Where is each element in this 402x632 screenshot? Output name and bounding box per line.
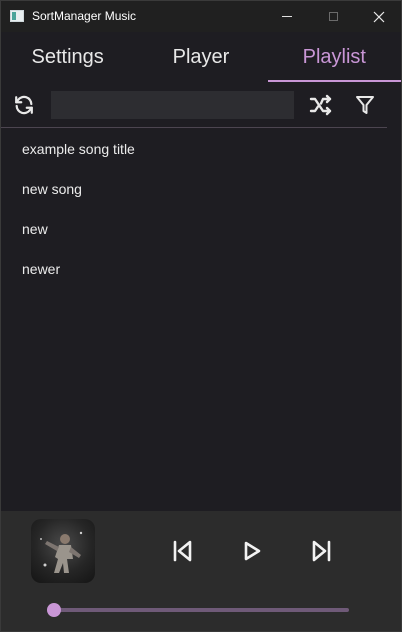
app-window: SortManager Music Settings Player Playli…: [0, 0, 402, 632]
minimize-button[interactable]: [264, 1, 310, 32]
tab-settings[interactable]: Settings: [1, 32, 134, 82]
toolbar-divider: [1, 127, 387, 128]
album-art-image: [40, 531, 83, 573]
progress-slider[interactable]: [54, 608, 349, 612]
title-bar: SortManager Music: [1, 1, 401, 32]
album-art: [31, 519, 95, 583]
playlist-toolbar: [1, 82, 401, 128]
search-input[interactable]: [51, 91, 294, 119]
window-title: SortManager Music: [32, 9, 137, 23]
player-bar: [1, 511, 401, 631]
refresh-button[interactable]: [10, 91, 38, 119]
shuffle-button[interactable]: [307, 91, 335, 119]
close-icon: [373, 11, 385, 22]
minimize-icon: [282, 16, 292, 17]
list-item[interactable]: example song title: [1, 129, 401, 169]
list-item[interactable]: new: [1, 209, 401, 249]
skip-previous-icon: [173, 540, 192, 562]
app-logo-icon: [10, 10, 24, 22]
maximize-icon: [328, 12, 338, 21]
tab-bar: Settings Player Playlist: [1, 32, 401, 82]
next-button[interactable]: [307, 535, 337, 567]
close-button[interactable]: [356, 1, 401, 32]
previous-button[interactable]: [167, 535, 197, 567]
tab-playlist[interactable]: Playlist: [267, 32, 401, 82]
maximize-button[interactable]: [310, 1, 356, 32]
skip-next-icon: [312, 540, 331, 562]
shuffle-icon: [309, 94, 332, 116]
progress-slider-handle[interactable]: [47, 603, 61, 617]
play-button[interactable]: [237, 535, 267, 567]
play-icon: [244, 541, 261, 561]
refresh-icon: [15, 95, 33, 115]
tab-player[interactable]: Player: [134, 32, 267, 82]
filter-button[interactable]: [351, 91, 379, 119]
playlist-list: example song title new song new newer: [1, 129, 401, 511]
filter-icon: [356, 96, 374, 114]
list-item[interactable]: new song: [1, 169, 401, 209]
list-item[interactable]: newer: [1, 249, 401, 289]
